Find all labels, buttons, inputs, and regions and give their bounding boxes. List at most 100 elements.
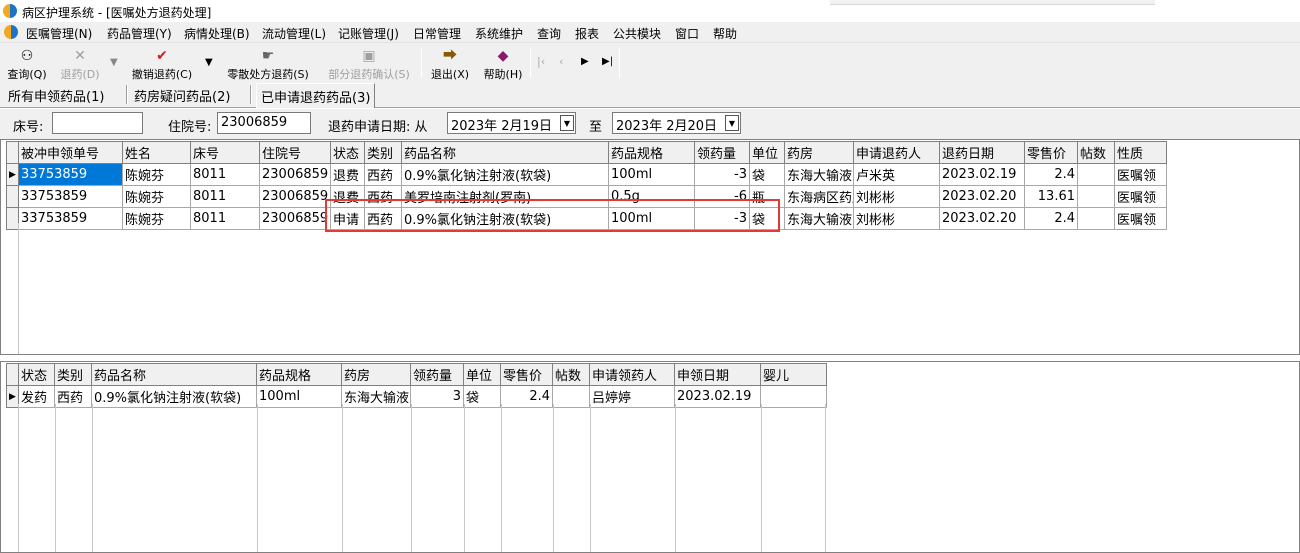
next-record-icon[interactable]: ▶ <box>581 56 589 67</box>
cell[interactable]: 8011 <box>190 185 260 208</box>
query-button[interactable]: ⚇ 查询(Q) <box>4 47 50 81</box>
cell[interactable]: 袋 <box>463 385 501 408</box>
col-header[interactable]: 药房 <box>784 141 854 164</box>
menu-query[interactable]: 查询 <box>537 25 561 42</box>
cell[interactable] <box>760 385 827 408</box>
col-header[interactable]: 状态 <box>18 363 55 386</box>
return-drug-button[interactable]: ✕ 退药(D) <box>56 47 104 81</box>
tab-pharmacy-questions[interactable]: 药房疑问药品(2) <box>134 86 230 105</box>
menu-help[interactable]: 帮助 <box>713 25 737 42</box>
cell[interactable]: 23006859 <box>259 185 331 208</box>
cell[interactable]: 2023.02.20 <box>939 185 1025 208</box>
col-header[interactable]: 申请退药人 <box>853 141 940 164</box>
col-header[interactable]: 药品规格 <box>608 141 695 164</box>
col-header[interactable]: 床号 <box>190 141 260 164</box>
menu-flow[interactable]: 流动管理(L) <box>262 25 326 42</box>
admission-input[interactable]: 23006859 <box>217 112 311 134</box>
cell[interactable]: 卢米英 <box>853 163 940 186</box>
cell[interactable]: 刘彬彬 <box>853 207 940 230</box>
menu-report[interactable]: 报表 <box>575 25 599 42</box>
cell[interactable]: 2023.02.19 <box>939 163 1025 186</box>
cell[interactable]: 23006859 <box>259 163 331 186</box>
cell[interactable] <box>1077 163 1115 186</box>
tab-return-requested[interactable]: 已申请退药药品(3) <box>256 83 376 108</box>
cell[interactable]: 13.61 <box>1024 185 1078 208</box>
cell[interactable]: 23006859 <box>259 207 331 230</box>
cell[interactable]: 东海病区药房 <box>784 185 854 208</box>
col-header[interactable]: 住院号 <box>259 141 331 164</box>
cell[interactable]: 2023.02.19 <box>674 385 761 408</box>
col-header[interactable]: 退药日期 <box>939 141 1025 164</box>
chevron-down-icon[interactable]: ▼ <box>560 115 574 131</box>
cell[interactable]: 医嘱领 <box>1114 207 1167 230</box>
col-header[interactable]: 性质 <box>1114 141 1167 164</box>
bed-input[interactable] <box>52 112 143 134</box>
menu-billing[interactable]: 记账管理(J) <box>338 25 399 42</box>
cell[interactable]: 西药 <box>54 385 92 408</box>
cell[interactable]: 3 <box>410 385 464 408</box>
cell[interactable]: 退费 <box>330 163 365 186</box>
col-header[interactable]: 帖数 <box>1077 141 1115 164</box>
cell[interactable]: 袋 <box>749 163 785 186</box>
cell[interactable] <box>1077 185 1115 208</box>
cell[interactable]: 陈婉芬 <box>122 163 191 186</box>
cell[interactable]: 0.9%氯化钠注射液(软袋) <box>91 385 257 408</box>
col-header[interactable]: 药品规格 <box>256 363 342 386</box>
cell[interactable]: 0.9%氯化钠注射液(软袋) <box>401 163 609 186</box>
col-header[interactable]: 状态 <box>330 141 365 164</box>
menu-orders[interactable]: 医嘱管理(N) <box>26 25 92 42</box>
cell[interactable] <box>1077 207 1115 230</box>
prev-record-icon[interactable]: ‹ <box>559 55 563 68</box>
col-header[interactable]: 申领日期 <box>674 363 761 386</box>
tab-all-requested[interactable]: 所有申领药品(1) <box>8 86 104 105</box>
cell[interactable]: 吕婷婷 <box>589 385 675 408</box>
menu-window[interactable]: 窗口 <box>675 25 699 42</box>
partial-return-confirm-button[interactable]: ▣ 部分退药确认(S) <box>322 47 416 81</box>
cell[interactable]: 33753859 <box>18 207 123 230</box>
col-header[interactable]: 姓名 <box>122 141 191 164</box>
cell[interactable]: 100ml <box>256 385 342 408</box>
help-button[interactable]: ◆ 帮助(H) <box>480 47 526 81</box>
cell[interactable] <box>552 385 590 408</box>
col-header[interactable]: 领药量 <box>410 363 464 386</box>
app-menu-icon[interactable] <box>4 25 18 39</box>
cell[interactable]: 医嘱领 <box>1114 163 1167 186</box>
col-header[interactable]: 被冲申领单号 <box>18 141 123 164</box>
bulk-prescription-return-button[interactable]: ☛ 零散处方退药(S) <box>221 47 315 81</box>
cell[interactable]: 陈婉芬 <box>122 185 191 208</box>
table-row[interactable]: ▶ 33753859 陈婉芬 8011 23006859 退费 西药 0.9%氯… <box>6 163 1167 186</box>
col-header[interactable]: 申请领药人 <box>589 363 675 386</box>
return-dropdown-icon[interactable]: ▼ <box>110 57 118 68</box>
cell[interactable]: 医嘱领 <box>1114 185 1167 208</box>
cell[interactable]: 100ml <box>608 163 695 186</box>
cancel-return-dropdown-icon[interactable]: ▼ <box>205 57 213 68</box>
cell[interactable]: 西药 <box>364 163 402 186</box>
exit-button[interactable]: ⮕ 退出(X) <box>427 47 473 81</box>
col-header[interactable]: 零售价 <box>1024 141 1078 164</box>
cell[interactable]: 33753859 <box>18 185 123 208</box>
date-to-picker[interactable]: 2023年 2月20日 ▼ <box>612 112 741 134</box>
col-header[interactable]: 单位 <box>463 363 501 386</box>
cell[interactable]: -3 <box>694 163 750 186</box>
cell[interactable]: 2.4 <box>500 385 553 408</box>
cell[interactable]: 刘彬彬 <box>853 185 940 208</box>
menu-daily[interactable]: 日常管理 <box>413 25 461 42</box>
col-header[interactable]: 零售价 <box>500 363 553 386</box>
col-header[interactable]: 领药量 <box>694 141 750 164</box>
col-header[interactable]: 药品名称 <box>91 363 257 386</box>
cell[interactable]: 东海大输液 <box>341 385 411 408</box>
cell[interactable]: 东海大输液 <box>784 207 854 230</box>
date-from-picker[interactable]: 2023年 2月19日 ▼ <box>447 112 576 134</box>
menu-system[interactable]: 系统维护 <box>475 25 523 42</box>
chevron-down-icon[interactable]: ▼ <box>725 115 739 131</box>
menu-condition[interactable]: 病情处理(B) <box>184 25 250 42</box>
cell[interactable]: 33753859 <box>18 163 123 186</box>
col-header[interactable]: 药房 <box>341 363 411 386</box>
col-header[interactable]: 单位 <box>749 141 785 164</box>
cell[interactable]: 2.4 <box>1024 163 1078 186</box>
col-header[interactable]: 帖数 <box>552 363 590 386</box>
table-row[interactable]: ▶ 发药 西药 0.9%氯化钠注射液(软袋) 100ml 东海大输液 3 袋 2… <box>6 385 827 408</box>
cell[interactable]: 东海大输液 <box>784 163 854 186</box>
last-record-icon[interactable]: ▶| <box>602 56 613 67</box>
cell[interactable]: 2023.02.20 <box>939 207 1025 230</box>
